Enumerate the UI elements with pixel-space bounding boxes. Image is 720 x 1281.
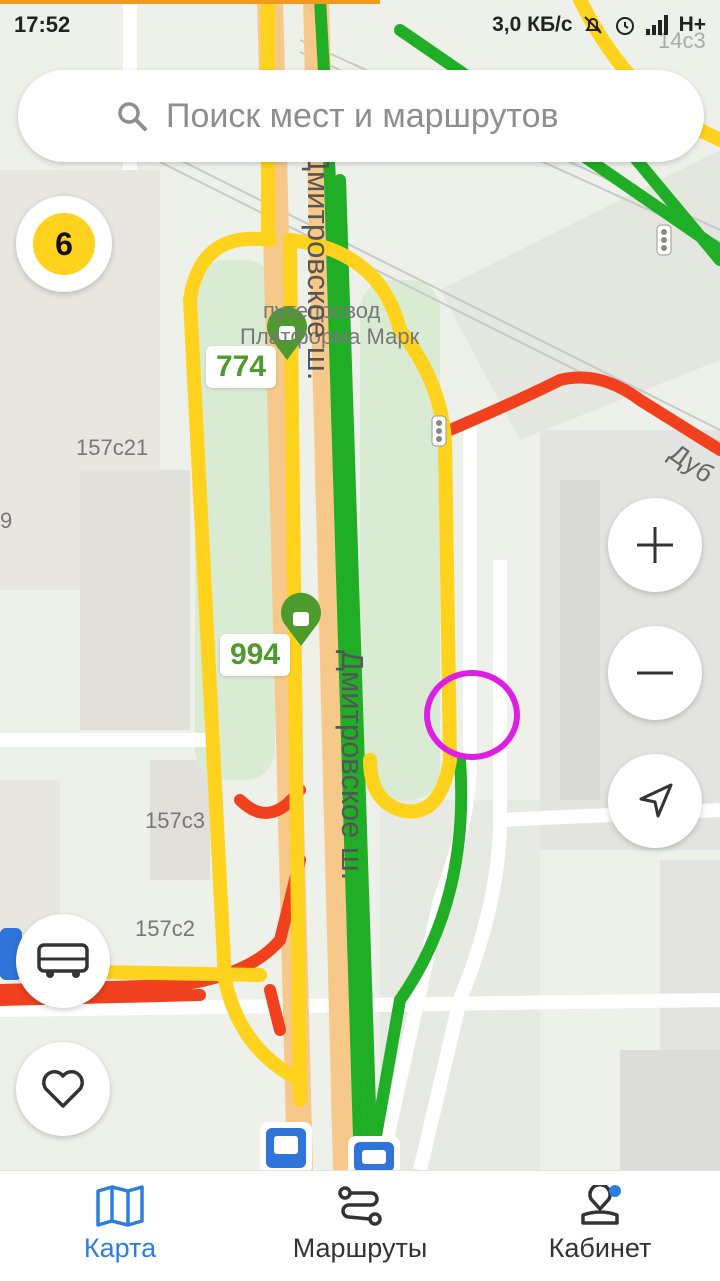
- bottom-navigation: Карта Маршруты Кабинет: [0, 1170, 720, 1281]
- nav-map[interactable]: Карта: [0, 1171, 240, 1281]
- search-placeholder: Поиск мест и маршрутов: [166, 96, 559, 135]
- zoom-in-icon: [637, 527, 673, 563]
- highlight-circle: [424, 670, 520, 760]
- map-view[interactable]: путепровод Платформа Марк 157с21 157с3 1…: [0, 0, 720, 1170]
- network-speed: 3,0 КБ/с: [492, 13, 573, 36]
- heart-icon: [42, 1070, 84, 1108]
- map-icon: [96, 1185, 144, 1227]
- search-bar[interactable]: Поиск мест и маршрутов: [18, 70, 704, 162]
- street-label: Дмитровское ш.: [335, 650, 370, 881]
- traffic-level-value: 6: [55, 225, 73, 262]
- nav-routes-label: Маршруты: [292, 1233, 428, 1263]
- status-bar: 17:52 3,0 КБ/с H+: [0, 0, 720, 50]
- signal-icon: [645, 15, 668, 35]
- alarm-clock-icon: [615, 17, 634, 35]
- zoom-out-button[interactable]: [608, 626, 702, 720]
- favorites-button[interactable]: [16, 1042, 110, 1136]
- map-label-building: 157с3: [145, 808, 205, 833]
- map-label-building: 9: [0, 508, 13, 533]
- bus-station-icon[interactable]: [260, 1122, 312, 1170]
- map-label-building: 157с2: [135, 916, 195, 941]
- map-canvas[interactable]: [0, 0, 720, 1170]
- street-label-top: Дмитровское ш.: [301, 150, 336, 381]
- map-label-building: 157с21: [76, 435, 149, 460]
- bus-icon: [37, 943, 89, 978]
- locate-button[interactable]: [608, 754, 702, 848]
- nav-profile-label: Кабинет: [548, 1233, 652, 1263]
- traffic-level-indicator: 6: [33, 213, 95, 275]
- route-label-774[interactable]: 774: [206, 346, 277, 388]
- network-type: H+: [678, 13, 706, 36]
- status-time: 17:52: [14, 12, 71, 37]
- traffic-light-icon: [431, 415, 447, 447]
- locate-icon: [639, 783, 673, 818]
- nav-map-label: Карта: [83, 1233, 157, 1263]
- nav-profile[interactable]: Кабинет: [480, 1171, 720, 1281]
- search-icon: [118, 102, 147, 131]
- routes-icon: [338, 1186, 382, 1226]
- profile-icon: [581, 1185, 621, 1225]
- traffic-light-icon: [656, 224, 672, 256]
- route-label-994[interactable]: 994: [220, 634, 291, 676]
- zoom-out-icon: [637, 671, 673, 675]
- transport-button[interactable]: [16, 914, 110, 1008]
- bus-station-icon[interactable]: [348, 1136, 400, 1170]
- zoom-in-button[interactable]: [608, 498, 702, 592]
- traffic-level-button[interactable]: 6: [16, 196, 112, 292]
- alarm-off-icon: [583, 16, 602, 34]
- nav-routes[interactable]: Маршруты: [240, 1171, 480, 1281]
